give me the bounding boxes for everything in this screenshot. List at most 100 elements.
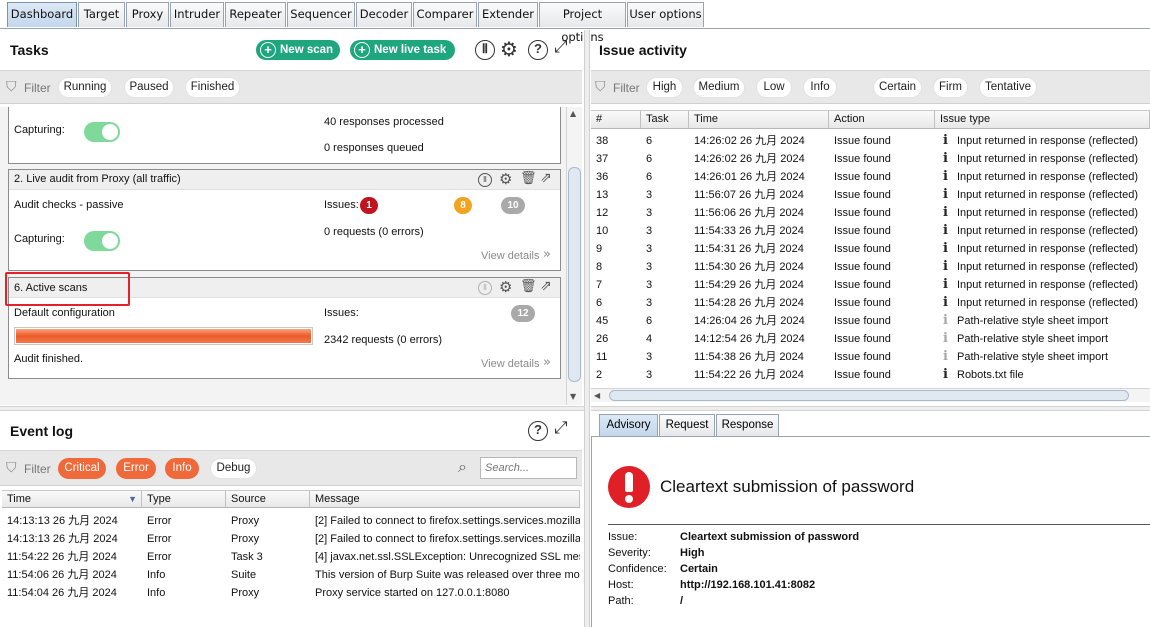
tab-proxy[interactable]: Proxy	[126, 2, 169, 27]
issue-row[interactable]: 37 6 14:26:02 26 九月 2024 Issue found i Input …	[591, 150, 1150, 168]
col-source[interactable]: Source	[226, 491, 310, 507]
left-horizontal-splitter[interactable]	[0, 406, 584, 411]
filter-critical[interactable]: Critical	[58, 458, 106, 479]
filter-paused[interactable]: Paused	[124, 77, 174, 98]
view-details-link[interactable]: View details	[481, 250, 540, 262]
popout-icon[interactable]: ⇗	[540, 170, 552, 186]
gear-icon[interactable]: ⚙	[500, 37, 518, 61]
issue-row[interactable]: 38 6 14:26:02 26 九月 2024 Issue found i Input …	[591, 132, 1150, 150]
issue-row[interactable]: 11 3 11:54:38 26 九月 2024 Issue found i Path-r…	[591, 348, 1150, 366]
cell-time: 11:54:06 26 九月 2024	[7, 569, 117, 581]
capturing-toggle[interactable]	[84, 122, 120, 142]
issue-activity-title: Issue activity	[599, 42, 687, 58]
filter-high[interactable]: High	[646, 77, 683, 98]
event-log-row[interactable]: 11:54:22 26 九月 2024 Error Task 3 [4] javax.…	[2, 548, 580, 566]
vertical-splitter[interactable]	[584, 30, 590, 627]
advisory-title: Cleartext submission of password	[660, 477, 915, 496]
col-time[interactable]: Time	[689, 111, 829, 128]
filter-finished[interactable]: Finished	[185, 77, 240, 98]
filter-error[interactable]: Error	[116, 458, 156, 479]
col-issue-type[interactable]: Issue type	[935, 111, 1150, 128]
tab-response[interactable]: Response	[716, 414, 779, 436]
col-task[interactable]: Task	[641, 111, 689, 128]
filter-certain[interactable]: Certain	[873, 77, 922, 98]
tab-advisory[interactable]: Advisory	[599, 414, 658, 436]
trash-icon[interactable]: 🗑	[520, 171, 537, 186]
col-number[interactable]: #	[591, 111, 641, 128]
view-details-link[interactable]: View details	[481, 358, 540, 370]
event-log-row[interactable]: 14:13:13 26 九月 2024 Error Proxy [2] Failed …	[2, 512, 580, 530]
help-icon[interactable]: ?	[528, 421, 548, 441]
scroll-thumb[interactable]	[568, 167, 581, 382]
filter-info[interactable]: Info	[165, 458, 199, 479]
issue-row[interactable]: 10 3 11:54:33 26 九月 2024 Issue found i Input …	[591, 222, 1150, 240]
issue-row[interactable]: 6 3 11:54:28 26 九月 2024 Issue found i Input r…	[591, 294, 1150, 312]
issue-row[interactable]: 13 3 11:56:07 26 九月 2024 Issue found i Input …	[591, 186, 1150, 204]
issue-row[interactable]: 45 6 14:26:04 26 九月 2024 Issue found i Path-r…	[591, 312, 1150, 330]
scroll-thumb[interactable]	[609, 390, 1129, 401]
tab-repeater[interactable]: Repeater	[225, 2, 286, 27]
issue-row[interactable]: 9 3 11:54:31 26 九月 2024 Issue found i Input r…	[591, 240, 1150, 258]
issue-row[interactable]: 36 6 14:26:01 26 九月 2024 Issue found i Input …	[591, 168, 1150, 186]
cell-time: 14:13:13 26 九月 2024	[7, 533, 118, 545]
tab-intruder[interactable]: Intruder	[170, 2, 224, 27]
tab-comparer[interactable]: Comparer	[413, 2, 477, 27]
col-time[interactable]: Time ▼	[2, 491, 142, 507]
filter-low[interactable]: Low	[756, 77, 792, 98]
trash-icon[interactable]: 🗑	[520, 279, 537, 294]
tab-decoder[interactable]: Decoder	[356, 2, 412, 27]
cell-action: Issue found	[834, 135, 891, 147]
issue-row[interactable]: 2 3 11:54:22 26 九月 2024 Issue found i Robots.…	[591, 366, 1150, 384]
info-issues-badge[interactable]: 10	[501, 197, 525, 214]
tab-project-options[interactable]: Project options	[539, 2, 626, 44]
capturing-toggle[interactable]	[84, 231, 120, 251]
tab-extender[interactable]: Extender	[478, 2, 538, 27]
info-issues-badge[interactable]: 12	[511, 305, 535, 322]
new-live-task-button[interactable]: + New live task	[350, 40, 455, 60]
pause-icon[interactable]: Ⅱ	[478, 173, 492, 187]
gear-icon[interactable]: ⚙	[499, 278, 512, 296]
tab-sequencer[interactable]: Sequencer	[287, 2, 355, 27]
gear-icon[interactable]: ⚙	[499, 170, 512, 188]
help-icon[interactable]: ?	[528, 40, 548, 60]
issue-row[interactable]: 7 3 11:54:29 26 九月 2024 Issue found i Input r…	[591, 276, 1150, 294]
issue-row[interactable]: 12 3 11:56:06 26 九月 2024 Issue found i Input …	[591, 204, 1150, 222]
filter-info[interactable]: Info	[803, 77, 837, 98]
medium-issues-badge[interactable]: 8	[454, 197, 472, 214]
high-issues-badge[interactable]: 1	[360, 197, 378, 214]
filter-firm[interactable]: Firm	[933, 77, 968, 98]
col-type[interactable]: Type	[142, 491, 226, 507]
filter-tentative[interactable]: Tentative	[979, 77, 1037, 98]
expand-icon[interactable]: ⤢	[554, 418, 568, 438]
search-input[interactable]	[480, 457, 577, 479]
pause-icon[interactable]: Ⅱ	[475, 40, 495, 60]
filter-debug[interactable]: Debug	[210, 458, 257, 479]
tab-request[interactable]: Request	[659, 414, 715, 436]
cell-time: 11:54:04 26 九月 2024	[7, 587, 117, 599]
tasks-scrollbar[interactable]: ▲ ▼	[566, 107, 582, 405]
popout-icon[interactable]: ⇗	[540, 278, 552, 294]
issue-row[interactable]: 8 3 11:54:30 26 九月 2024 Issue found i Input r…	[591, 258, 1150, 276]
col-message[interactable]: Message	[310, 491, 580, 507]
event-log-row[interactable]: 11:54:04 26 九月 2024 Info Proxy Proxy servic…	[2, 584, 580, 602]
right-horizontal-splitter[interactable]	[591, 406, 1150, 411]
expand-icon[interactable]: ⤢	[554, 37, 568, 57]
requests-count: 2342 requests (0 errors)	[324, 334, 442, 346]
scroll-left-icon[interactable]: ◀	[594, 391, 600, 400]
issue-table-hscrollbar[interactable]: ◀	[591, 388, 1150, 402]
tab-dashboard[interactable]: Dashboard	[7, 2, 77, 27]
task-card-live-audit[interactable]: 2. Live audit from Proxy (all traffic) Ⅱ…	[8, 169, 561, 271]
issue-row[interactable]: 26 4 14:12:54 26 九月 2024 Issue found i Path-r…	[591, 330, 1150, 348]
advisory-field-value: Certain	[680, 563, 718, 575]
tab-user-options[interactable]: User options	[627, 2, 704, 27]
new-scan-button[interactable]: + New scan	[256, 40, 340, 60]
col-action[interactable]: Action	[829, 111, 935, 128]
filter-medium[interactable]: Medium	[693, 77, 745, 98]
scroll-up-icon[interactable]: ▲	[570, 109, 576, 118]
cell-task: 3	[646, 189, 653, 201]
event-log-row[interactable]: 11:54:06 26 九月 2024 Info Suite This version…	[2, 566, 580, 584]
filter-running[interactable]: Running	[58, 77, 112, 98]
event-log-row[interactable]: 14:13:13 26 九月 2024 Error Proxy [2] Failed …	[2, 530, 580, 548]
tab-target[interactable]: Target	[78, 2, 125, 27]
scroll-down-icon[interactable]: ▼	[570, 392, 576, 401]
